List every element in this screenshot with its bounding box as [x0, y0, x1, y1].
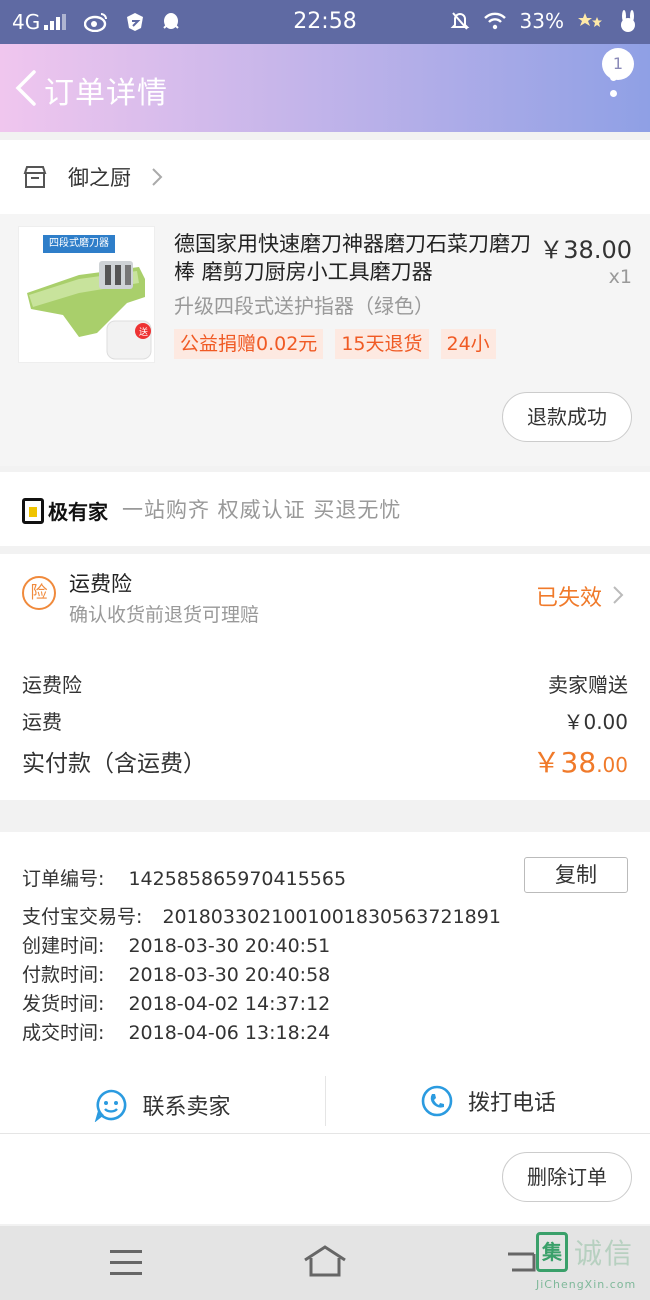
shop-name[interactable]: 御之厨	[68, 162, 131, 192]
completed-time-label: 成交时间:	[22, 1022, 105, 1044]
total-value-main: ￥38	[532, 746, 597, 779]
menu-icon[interactable]	[110, 1250, 142, 1276]
shipped-time-label: 发货时间:	[22, 993, 105, 1015]
knife-sharpener-illustration: 送	[27, 261, 152, 360]
total-value: ￥38.00	[533, 741, 628, 781]
alipay-number: 2018033021001001830563721891	[162, 906, 501, 928]
order-number-line: 订单编号: 142585865970415565	[22, 864, 346, 891]
insurance-status[interactable]: 已失效	[536, 580, 602, 612]
product-card[interactable]: 四段式磨刀器 送 德国家用快速磨刀神器磨刀石菜刀磨刀棒 磨剪刀厨房小工具磨刀器 …	[0, 214, 650, 466]
svg-text:送: 送	[139, 326, 148, 338]
watermark: 集 诚信 JiChengXin.com	[536, 1232, 644, 1296]
stars-icon	[578, 13, 602, 27]
jiyoujia-logo-icon	[22, 497, 44, 524]
shipped-time-line: 发货时间: 2018-04-02 14:37:12	[22, 989, 330, 1016]
page-title: 订单详情	[44, 76, 168, 111]
completed-time: 2018-04-06 13:18:24	[128, 1022, 331, 1044]
fee-shipping-value: ￥0.00	[563, 710, 628, 734]
created-time-label: 创建时间:	[22, 935, 105, 957]
alipay-number-line: 支付宝交易号: 2018033021001001830563721891	[22, 902, 501, 929]
total-value-decimal: .00	[596, 753, 628, 777]
system-nav-bar: 集 诚信 JiChengXin.com	[0, 1226, 650, 1300]
fee-row-insurance: 运费险 卖家赠送	[22, 669, 628, 698]
product-title[interactable]: 德国家用快速磨刀神器磨刀石菜刀磨刀棒 磨剪刀厨房小工具磨刀器	[174, 230, 534, 286]
fee-card: 险 运费险 确认收货前退货可理赔 已失效 运费险 卖家赠送 运费 ￥0.00 实…	[0, 554, 650, 800]
store-icon	[23, 166, 47, 188]
fee-row-total: 实付款（含运费） ￥38.00	[22, 741, 628, 781]
insurance-icon: 险	[22, 576, 56, 610]
fee-insurance-label: 运费险	[22, 673, 82, 697]
contact-seller-button[interactable]: 联系卖家	[0, 1076, 325, 1134]
product-tags: 公益捐赠0.02元 15天退货 24小	[174, 329, 496, 359]
mute-bell-icon	[450, 12, 469, 30]
fee-insurance-value: 卖家赠送	[548, 673, 628, 697]
back-nav-icon[interactable]	[506, 1250, 540, 1276]
shipped-time: 2018-04-02 14:37:12	[128, 993, 331, 1015]
completed-time-line: 成交时间: 2018-04-06 13:18:24	[22, 1018, 330, 1045]
refund-status-button[interactable]: 退款成功	[502, 392, 632, 442]
jiyoujia-logo: 极有家	[22, 496, 108, 525]
back-arrow-icon[interactable]	[12, 66, 42, 110]
status-right: 33%	[450, 9, 638, 33]
alipay-number-label: 支付宝交易号:	[22, 906, 143, 928]
jiyoujia-banner[interactable]: 极有家 一站购齐 权威认证 买退无忧	[0, 472, 650, 546]
watermark-logo: 集	[536, 1232, 568, 1272]
tag-24h: 24小	[440, 329, 496, 359]
call-phone-button[interactable]: 拨打电话	[325, 1076, 650, 1126]
watermark-text: 诚信	[574, 1237, 635, 1270]
created-time: 2018-03-30 20:40:51	[128, 935, 331, 957]
jiyoujia-logo-text: 极有家	[48, 500, 108, 524]
chevron-right-icon	[152, 168, 163, 186]
fee-shipping-label: 运费	[22, 710, 62, 734]
insurance-title: 运费险	[69, 572, 132, 596]
shop-row[interactable]: 御之厨	[0, 140, 650, 214]
jiyoujia-slogan: 一站购齐 权威认证 买退无忧	[122, 498, 402, 522]
contact-actions: 联系卖家 拨打电话	[0, 1076, 650, 1134]
status-bar: 4G 22:58 33%	[0, 0, 650, 44]
order-number-label: 订单编号:	[22, 868, 105, 890]
tag-charity: 公益捐赠0.02元	[174, 329, 324, 359]
product-price: ￥38.00	[539, 236, 632, 264]
order-info-card: 订单编号: 142585865970415565 复制 支付宝交易号: 2018…	[0, 832, 650, 1224]
copy-button[interactable]: 复制	[524, 857, 628, 893]
watermark-url: JiChengXin.com	[536, 1278, 637, 1291]
order-number: 142585865970415565	[128, 868, 347, 890]
product-quantity: x1	[608, 266, 632, 288]
chevron-right-icon[interactable]	[612, 584, 624, 606]
contact-seller-label: 联系卖家	[142, 1095, 231, 1120]
paid-time-line: 付款时间: 2018-03-30 20:40:58	[22, 960, 330, 987]
rabbit-icon	[621, 10, 635, 32]
product-sku: 升级四段式送护指器（绿色）	[174, 294, 434, 318]
product-image[interactable]: 四段式磨刀器 送	[18, 226, 155, 363]
message-badge[interactable]: 1	[602, 48, 634, 80]
paid-time: 2018-03-30 20:40:58	[128, 964, 331, 986]
paid-time-label: 付款时间:	[22, 964, 105, 986]
call-phone-label: 拨打电话	[467, 1091, 556, 1116]
phone-icon	[421, 1085, 453, 1117]
more-menu-icon[interactable]	[610, 74, 618, 118]
delete-order-button[interactable]: 删除订单	[502, 1152, 632, 1202]
insurance-subtitle: 确认收货前退货可理赔	[69, 604, 260, 626]
wifi-icon	[483, 12, 506, 30]
chat-face-icon	[95, 1089, 127, 1122]
home-icon[interactable]	[302, 1244, 348, 1278]
fee-row-shipping: 运费 ￥0.00	[22, 706, 628, 735]
battery-level: 33%	[519, 9, 564, 33]
navbar: 订单详情 1	[0, 44, 650, 132]
total-label: 实付款（含运费）	[22, 751, 206, 777]
tag-return: 15天退货	[335, 329, 429, 359]
created-time-line: 创建时间: 2018-03-30 20:40:51	[22, 931, 330, 958]
